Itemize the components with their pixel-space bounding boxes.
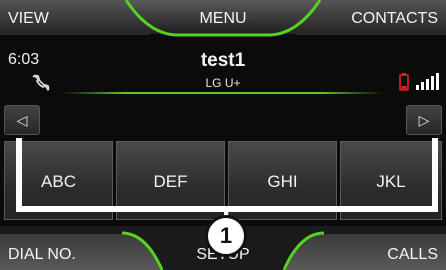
phone-screen: VIEW MENU CONTACTS 6:03 test1 LG U+ ◁ ▷ … [0,0,446,270]
key-abc[interactable]: ABC [4,141,113,220]
view-button[interactable]: VIEW [8,8,49,30]
menu-button[interactable]: MENU [199,10,246,27]
contacts-button[interactable]: CONTACTS [351,8,438,30]
battery-low-icon [399,73,409,91]
top-bar: VIEW MENU CONTACTS [0,0,446,38]
title-underline [62,92,384,94]
arrow-right-icon: ▷ [418,112,430,128]
key-ghi[interactable]: GHI [228,141,337,220]
calls-button[interactable]: CALLS [387,246,438,264]
network-operator: LG U+ [205,76,241,90]
contact-title: test1 [200,50,246,71]
key-def[interactable]: DEF [116,141,225,220]
callout-number-badge: 1 [205,215,247,257]
scroll-left-button[interactable]: ◁ [4,105,40,135]
signal-strength-icon [416,73,439,90]
scroll-right-button[interactable]: ▷ [406,105,442,135]
key-jkl[interactable]: JKL [340,141,442,220]
letter-keypad: ABC DEF GHI JKL [4,141,442,220]
dial-number-button[interactable]: DIAL NO. [8,246,76,264]
arrow-left-icon: ◁ [16,112,28,128]
